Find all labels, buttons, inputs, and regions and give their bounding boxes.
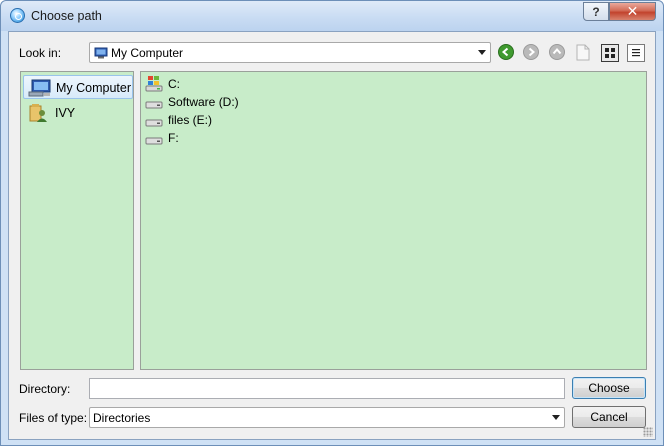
resize-grip-icon[interactable] <box>643 427 653 437</box>
icon-view-icon[interactable] <box>601 44 619 62</box>
list-item-label: Software (D:) <box>168 95 239 109</box>
close-icon: ✕ <box>626 3 639 19</box>
user-folder-icon <box>29 104 47 122</box>
chevron-down-icon[interactable] <box>478 50 486 55</box>
cancel-button-label: Cancel <box>590 410 628 424</box>
sidebar-item-label: IVY <box>55 106 76 120</box>
look-in-label: Look in: <box>19 46 62 60</box>
choose-path-dialog: Choose path ? ✕ Look in: My Computer My … <box>0 0 664 446</box>
sidebar-item-ivy[interactable]: IVY <box>23 101 133 125</box>
sidebar-places: My Computer IVY <box>20 71 134 370</box>
help-button[interactable]: ? <box>583 2 609 21</box>
list-item-f[interactable]: F: <box>145 129 179 147</box>
files-of-type-label: Files of type: <box>19 411 88 425</box>
hard-drive-icon <box>145 137 163 145</box>
new-folder-icon[interactable] <box>575 44 591 61</box>
dialog-body: Look in: My Computer My Computer IVY C: … <box>8 31 656 440</box>
files-of-type-combo[interactable]: Directories <box>89 407 565 428</box>
list-item-label: files (E:) <box>168 113 213 127</box>
detail-view-icon[interactable] <box>627 44 645 62</box>
title-bar[interactable]: Choose path ? ✕ <box>1 1 663 31</box>
choose-button[interactable]: Choose <box>572 377 646 399</box>
list-item-e[interactable]: files (E:) <box>145 111 212 129</box>
list-item-c[interactable]: C: <box>145 75 180 93</box>
file-list[interactable]: C: Software (D:) files (E:) F: <box>140 71 647 370</box>
forward-icon[interactable] <box>523 44 539 60</box>
computer-icon <box>28 79 51 97</box>
list-item-label: F: <box>168 131 179 145</box>
computer-icon <box>94 47 108 59</box>
hard-drive-icon <box>145 119 163 127</box>
hard-drive-icon <box>145 101 163 109</box>
files-of-type-value: Directories <box>93 411 151 425</box>
sidebar-item-label: My Computer <box>56 81 132 95</box>
chevron-down-icon[interactable] <box>552 415 560 420</box>
choose-button-label: Choose <box>588 381 630 395</box>
system-drive-icon <box>145 76 163 92</box>
list-item-label: C: <box>168 77 180 91</box>
up-icon[interactable] <box>549 44 565 60</box>
directory-input[interactable] <box>89 378 565 399</box>
cancel-button[interactable]: Cancel <box>572 406 646 428</box>
help-icon: ? <box>592 4 600 19</box>
close-button[interactable]: ✕ <box>609 2 656 21</box>
look-in-value: My Computer <box>111 46 184 60</box>
back-icon[interactable] <box>498 44 514 60</box>
app-icon <box>10 8 25 23</box>
sidebar-item-my-computer[interactable]: My Computer <box>23 75 133 99</box>
directory-label: Directory: <box>19 382 71 396</box>
look-in-combo[interactable]: My Computer <box>89 42 491 63</box>
window-title: Choose path <box>31 9 102 23</box>
list-item-d[interactable]: Software (D:) <box>145 93 239 111</box>
